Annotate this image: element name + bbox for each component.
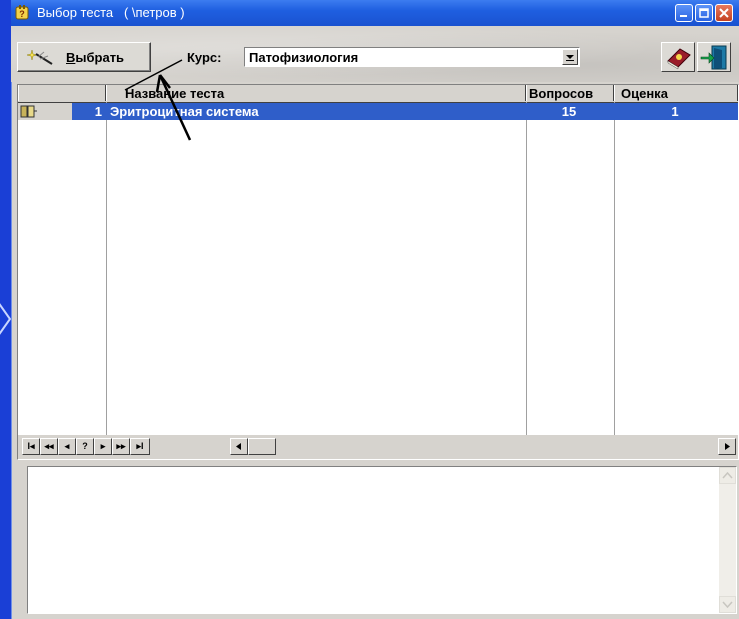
hscroll-thumb[interactable]	[248, 438, 276, 455]
scroll-left-icon	[236, 443, 241, 450]
toolbar: Выбрать Курс: Патофизиология	[11, 26, 739, 82]
header-test-name[interactable]: Название теста	[106, 85, 526, 101]
course-label: Курс:	[187, 50, 222, 65]
memo-scroll-up-button[interactable]	[719, 467, 736, 484]
header-indicator	[18, 85, 106, 101]
exit-door-icon	[700, 45, 727, 70]
test-selection-window: ? Выбор теста ( \петров ) Выбрать Курс: …	[11, 0, 739, 619]
close-icon	[719, 8, 729, 18]
table-row[interactable]: 1 Эритроцитная система 15 1	[18, 103, 738, 120]
hscroll-left-button[interactable]	[230, 438, 248, 455]
score-cell: 1	[671, 104, 679, 119]
maximize-icon	[699, 8, 709, 18]
table-header: Название теста Вопросов Оценка	[18, 85, 738, 103]
exit-button[interactable]	[697, 42, 731, 72]
nav-last-button[interactable]: ▸I	[130, 438, 150, 455]
title-bar[interactable]: ? Выбор теста ( \петров )	[11, 0, 739, 26]
row-number: 1	[94, 104, 102, 119]
scroll-up-icon	[722, 471, 733, 479]
scroll-right-icon	[725, 443, 730, 450]
hscroll-right-button[interactable]	[718, 438, 736, 455]
memo-scrollbar[interactable]	[719, 467, 736, 613]
select-button-label: Выбрать	[66, 50, 125, 65]
record-indicator-icon	[20, 105, 37, 118]
test-name-cell: Эритроцитная система	[110, 104, 259, 119]
course-dropdown-button[interactable]	[562, 49, 578, 65]
select-button[interactable]: Выбрать	[17, 42, 151, 72]
memo-scroll-down-button[interactable]	[719, 596, 736, 613]
minimize-icon	[680, 15, 687, 17]
header-score[interactable]: Оценка	[614, 85, 738, 101]
nav-next-page-button[interactable]: ▸▸	[112, 438, 130, 455]
dropdown-arrow-icon	[566, 55, 574, 61]
nav-help-button[interactable]: ?	[76, 438, 94, 455]
course-dropdown[interactable]: Патофизиология	[244, 47, 580, 67]
scroll-down-icon	[722, 601, 733, 609]
svg-text:?: ?	[19, 9, 25, 19]
help-button[interactable]	[661, 42, 695, 72]
help-book-icon	[667, 48, 691, 70]
test-description-memo[interactable]	[27, 466, 737, 614]
record-navigator: I◂ ◂◂ ◂ ? ▸ ▸▸ ▸I	[18, 435, 738, 459]
magic-wand-icon	[26, 49, 53, 65]
nav-prior-button[interactable]: ◂	[58, 438, 76, 455]
questions-cell: 15	[561, 104, 577, 119]
column-divider	[106, 102, 107, 435]
nav-first-button[interactable]: I◂	[22, 438, 40, 455]
window-title: Выбор теста ( \петров )	[37, 5, 185, 20]
app-icon: ?	[15, 5, 29, 20]
maximize-button[interactable]	[695, 4, 713, 22]
tests-table[interactable]: Название теста Вопросов Оценка 1 Эритроц…	[17, 84, 739, 460]
column-divider	[526, 102, 527, 435]
course-value: Патофизиология	[249, 50, 359, 65]
minimize-button[interactable]	[675, 4, 693, 22]
close-button[interactable]	[715, 4, 733, 22]
nav-next-button[interactable]: ▸	[94, 438, 112, 455]
nav-prior-page-button[interactable]: ◂◂	[40, 438, 58, 455]
header-questions[interactable]: Вопросов	[526, 85, 614, 101]
column-divider	[614, 102, 615, 435]
